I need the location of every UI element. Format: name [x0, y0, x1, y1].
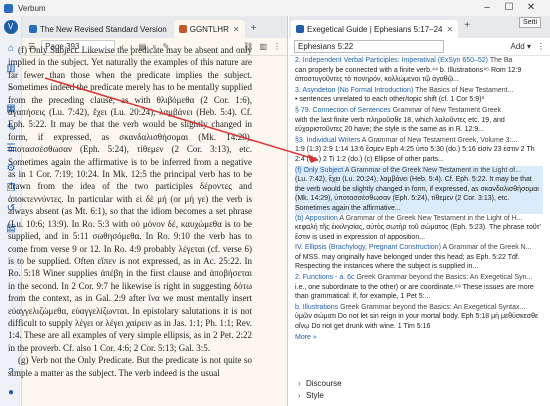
add-button[interactable]: Add ▾	[511, 42, 531, 51]
result-heading[interactable]: (b) Apposition	[295, 215, 338, 222]
paragraph-verb-predicate: (g) Verb not the Only Predicate. But the…	[8, 355, 252, 378]
result-source: Greek Grammar beyond the Basics: An Exeg…	[356, 274, 533, 282]
tab-ggntlhr[interactable]: GGNTLHR ✕	[173, 20, 245, 38]
result-heading[interactable]: 2. Independent Verbal Participles: Imper…	[295, 57, 488, 64]
reference-input[interactable]: Ephesians 5:22	[294, 40, 444, 53]
result-source: A Grammar of the Greek New Testament in …	[344, 166, 521, 174]
guide-sections: › Discourse › Style	[298, 378, 342, 402]
list-item[interactable]: (b) Apposition A Grammar of the Greek Ne…	[295, 214, 543, 243]
result-excerpt: can properly be connected with a finite …	[295, 66, 522, 84]
list-item[interactable]: 2. Functions - a. 6c Greek Grammar beyon…	[295, 273, 543, 302]
tab-nrsv[interactable]: The New Revised Standard Version	[24, 20, 172, 38]
result-excerpt: i.e., one subordinate to the other) or a…	[295, 283, 534, 301]
book-icon	[29, 25, 37, 33]
tab-exegetical-guide[interactable]: Exegetical Guide | Ephesians 5:17–24 ✕	[291, 20, 459, 38]
layout-icon[interactable]: ▥	[259, 42, 267, 51]
minimize-button[interactable]: –	[478, 1, 496, 15]
app-logo-icon	[4, 3, 13, 13]
paragraph-only-subject: (f) Only Subject. Likewise the predicate…	[8, 45, 252, 353]
result-heading[interactable]: 3. Asyndeton (No Formal Introduction)	[295, 87, 413, 94]
result-heading[interactable]: IV. Ellipsis (Brachylogy, Pregnant Const…	[295, 244, 441, 251]
list-item[interactable]: 2. Independent Verbal Participles: Imper…	[295, 56, 543, 85]
result-source: A Grammar of New Testament Greek, Volume…	[361, 136, 518, 144]
section-label: Style	[306, 391, 324, 400]
list-item[interactable]: b. Illustrations Greek Grammar beyond th…	[295, 303, 543, 332]
result-source: A Grammar of the Greek New Testament in …	[339, 214, 523, 222]
close-tab-icon[interactable]: ✕	[233, 25, 240, 34]
verbum-logo-icon[interactable]: V	[3, 20, 18, 34]
result-excerpt: ὑμῶν σώματι Do not let sin reign in your…	[295, 313, 539, 331]
result-source: A Grammar of the Greek N...	[442, 244, 532, 252]
section-discourse[interactable]: › Discourse	[298, 378, 342, 390]
guide-results: 2. Independent Verbal Participles: Imper…	[295, 56, 543, 390]
tab-label: The New Revised Standard Version	[40, 24, 167, 34]
more-icon[interactable]: ⋮	[273, 42, 281, 51]
left-tab-strip: The New Revised Standard Version GGNTLHR…	[22, 16, 287, 38]
result-source: Grammar of New Testament Greek	[392, 106, 502, 114]
result-excerpt: 1:9 (1:3) 2:9 1:14 13:6 ἔσμεν Eph 4:25 ὑ…	[295, 146, 535, 163]
add-tab-icon[interactable]: +	[251, 23, 257, 34]
result-excerpt: (Lu. 7:42), ἔχει (Lu. 20:24), λαμβάνει (…	[295, 176, 539, 212]
list-item[interactable]: §3. Individual Writers A Grammar of New …	[295, 136, 543, 165]
chevron-right-icon: ›	[298, 391, 301, 400]
result-heading[interactable]: b. Illustrations	[295, 304, 338, 311]
tab-label: GGNTLHR	[189, 24, 229, 34]
result-heading[interactable]: §3. Individual Writers	[295, 137, 360, 144]
tab-label: Exegetical Guide | Ephesians 5:17–24	[307, 24, 443, 34]
more-icon[interactable]: ⋮	[537, 42, 545, 51]
result-source: Greek Grammar beyond the Basics: An Exeg…	[340, 303, 526, 311]
result-excerpt: of MSS. may originally have belonged und…	[295, 253, 520, 271]
right-tab-strip: Exegetical Guide | Ephesians 5:17–24 ✕ +	[289, 16, 550, 38]
result-heading[interactable]: § 79. Connection of Sentences	[295, 107, 391, 114]
result-excerpt: with the last finite verb πληροῦσθε 18, …	[295, 116, 505, 134]
result-heading[interactable]: (f) Only Subject	[295, 167, 343, 174]
more-link[interactable]: More »	[295, 333, 543, 343]
result-source: The Ba	[489, 57, 513, 64]
list-item-selected[interactable]: (f) Only Subject A Grammar of the Greek …	[295, 165, 543, 214]
section-label: Discourse	[306, 379, 342, 388]
book-icon	[178, 25, 187, 33]
close-tab-icon[interactable]: ✕	[447, 25, 454, 34]
list-item[interactable]: § 79. Connection of Sentences Grammar of…	[295, 106, 543, 135]
maximize-button[interactable]: ☐	[500, 1, 518, 15]
close-button[interactable]: ✕	[522, 1, 540, 15]
settings-tooltip: Setti	[519, 17, 542, 28]
section-style[interactable]: › Style	[298, 390, 342, 402]
result-heading[interactable]: 2. Functions - a. 6c	[295, 274, 355, 281]
app-title: Verbum	[18, 3, 46, 13]
book-text: (f) Only Subject. Likewise the predicate…	[8, 44, 252, 390]
guide-toolbar: Ephesians 5:22 Add ▾ ⋮	[289, 38, 550, 56]
result-excerpt: κεφαλή τῆς ἐκκλησίας, αὐτὸς σωτὴρ τοῦ σώ…	[295, 224, 541, 241]
list-item[interactable]: IV. Ellipsis (Brachylogy, Pregnant Const…	[295, 243, 543, 272]
chevron-right-icon: ›	[298, 379, 301, 388]
result-source: The Basics of New Testament...	[415, 86, 514, 94]
list-item[interactable]: 3. Asyndeton (No Formal Introduction) Th…	[295, 86, 543, 105]
result-excerpt: • sentences unrelated to each other/topi…	[295, 96, 484, 104]
add-tab-icon[interactable]: +	[464, 20, 470, 31]
title-bar: Verbum – ☐ ✕	[0, 0, 550, 16]
guide-icon	[296, 25, 304, 33]
